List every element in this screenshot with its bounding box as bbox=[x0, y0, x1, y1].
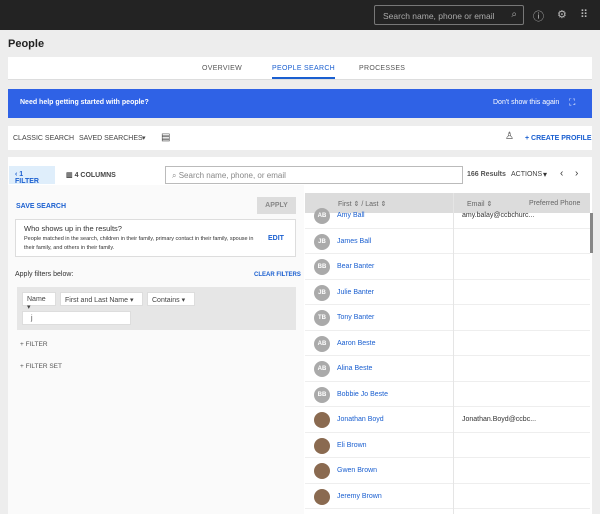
avatar bbox=[314, 437, 330, 454]
saved-searches-dropdown[interactable]: SAVED SEARCHES bbox=[79, 135, 143, 142]
table-row[interactable]: AB Alina Beste bbox=[305, 356, 590, 382]
avatar: AB bbox=[314, 335, 330, 352]
table-row[interactable]: AB Aaron Beste bbox=[305, 330, 590, 356]
filter-label: 1 FILTER bbox=[15, 171, 39, 185]
prev-page-icon[interactable]: ‹ bbox=[560, 168, 563, 179]
gear-icon[interactable]: ⚙ bbox=[557, 8, 567, 21]
results-info-box: Who shows up in the results? People matc… bbox=[15, 219, 296, 257]
avatar bbox=[314, 463, 330, 479]
person-name-link[interactable]: Alina Beste bbox=[337, 365, 372, 372]
results-count: 166 Results bbox=[467, 171, 506, 178]
filter-toggle-button[interactable]: ‹ 1 FILTER bbox=[9, 166, 55, 185]
table-row[interactable]: Gwen Brown bbox=[305, 458, 590, 484]
search-toolbar: CLASSIC SEARCH SAVED SEARCHES ▾ ▤ ♙ + CR… bbox=[8, 126, 592, 150]
help-icon[interactable]: ⓘ bbox=[533, 8, 544, 24]
filter-value-input[interactable]: j bbox=[22, 311, 131, 325]
select-value: Contains bbox=[152, 297, 180, 304]
person-name-link[interactable]: Gwen Brown bbox=[337, 467, 377, 474]
scrollbar[interactable] bbox=[590, 213, 593, 253]
avatar: TB bbox=[314, 310, 330, 326]
table-row[interactable]: Jonathan Boyd Jonathan.Boyd@ccbc... bbox=[305, 407, 590, 433]
person-name-link[interactable]: Tony Banter bbox=[337, 314, 374, 321]
clear-filters-link[interactable]: CLEAR FILTERS bbox=[254, 272, 301, 278]
person-name-link[interactable]: Julie Banter bbox=[337, 289, 374, 296]
table-row[interactable]: TB Tony Banter bbox=[305, 305, 590, 331]
document-icon[interactable]: ▤ bbox=[161, 132, 170, 143]
info-text: People matched in the search, children i… bbox=[24, 236, 254, 251]
col-phone[interactable]: Preferred Phone bbox=[529, 200, 580, 207]
info-title: Who shows up in the results? bbox=[24, 224, 122, 233]
person-name-link[interactable]: Jonathan Boyd bbox=[337, 416, 384, 423]
help-banner: Need help getting started with people? D… bbox=[8, 89, 592, 118]
table-row[interactable]: BB Bear Banter bbox=[305, 254, 590, 280]
avatar: AB bbox=[314, 208, 330, 224]
tab-people-search[interactable]: PEOPLE SEARCH bbox=[272, 65, 336, 79]
avatar: BB bbox=[314, 386, 330, 403]
col-label: Last bbox=[365, 201, 379, 208]
table-row[interactable]: AB Amy Ball amy.balay@ccbchurc... bbox=[305, 208, 590, 229]
person-name-link[interactable]: Aaron Beste bbox=[337, 340, 376, 347]
person-name-link[interactable]: Jeremy Brown bbox=[337, 493, 382, 500]
tab-overview[interactable]: OVERVIEW bbox=[202, 65, 242, 72]
select-value: Name bbox=[27, 296, 46, 303]
global-search-input[interactable]: Search name, phone or email ⌕ bbox=[374, 5, 524, 25]
filter-field-select[interactable]: Name ▾ bbox=[22, 292, 56, 311]
banner-text: Need help getting started with people? bbox=[20, 99, 149, 106]
avatar: JB bbox=[314, 284, 330, 301]
search-placeholder: Search name, phone, or email bbox=[178, 171, 286, 180]
avatar bbox=[314, 412, 330, 428]
email-cell: amy.balay@ccbchurc... bbox=[462, 212, 535, 219]
select-value: First and Last Name bbox=[65, 297, 129, 304]
table-row[interactable]: Eli Brown bbox=[305, 432, 590, 458]
person-name-link[interactable]: Bear Banter bbox=[337, 263, 374, 270]
add-filter-set-link[interactable]: + FILTER SET bbox=[20, 363, 62, 370]
expand-icon[interactable]: ⛶ bbox=[569, 97, 575, 108]
avatar bbox=[314, 488, 330, 505]
people-search-input[interactable]: ⌕ Search name, phone, or email bbox=[165, 166, 463, 184]
column-divider bbox=[453, 193, 454, 514]
chevron-down-icon: ▾ bbox=[543, 170, 548, 179]
apps-grid-icon[interactable]: ⠿ bbox=[580, 8, 588, 21]
save-search-link[interactable]: SAVE SEARCH bbox=[16, 203, 66, 210]
col-first[interactable]: First ⇕ / Last ⇕ bbox=[338, 200, 386, 208]
person-name-link[interactable]: Eli Brown bbox=[337, 442, 367, 449]
apply-filters-label: Apply filters below: bbox=[15, 271, 74, 278]
table-row[interactable]: JB Julie Banter bbox=[305, 279, 590, 305]
chevron-down-icon: ▾ bbox=[142, 135, 146, 142]
table-row[interactable]: BB Bobbie Jo Beste bbox=[305, 381, 590, 407]
filter-subfield-select[interactable]: First and Last Name ▾ bbox=[60, 292, 143, 306]
create-profile-button[interactable]: + CREATE PROFILE bbox=[525, 135, 592, 142]
classic-search-button[interactable]: CLASSIC SEARCH bbox=[13, 135, 74, 142]
person-name-link[interactable]: Bobbie Jo Beste bbox=[337, 391, 388, 398]
avatar: JB bbox=[314, 233, 330, 250]
avatar: BB bbox=[314, 259, 330, 275]
tab-bar: OVERVIEW PEOPLE SEARCH PROCESSES bbox=[8, 57, 592, 80]
table-header: First ⇕ / Last ⇕ Email ⇕ Preferred Phone bbox=[305, 193, 590, 213]
page-title: People bbox=[8, 38, 45, 50]
columns-label: 4 COLUMNS bbox=[74, 172, 116, 179]
next-page-icon[interactable]: › bbox=[575, 168, 578, 179]
search-icon[interactable]: ⌕ bbox=[511, 9, 517, 20]
email-cell: Jonathan.Boyd@ccbc... bbox=[462, 416, 537, 423]
avatar: AB bbox=[314, 361, 330, 377]
person-name-link[interactable]: Amy Ball bbox=[337, 212, 365, 219]
add-filter-link[interactable]: + FILTER bbox=[20, 341, 48, 348]
tab-processes[interactable]: PROCESSES bbox=[359, 65, 405, 72]
apply-button[interactable]: APPLY bbox=[257, 197, 296, 214]
table-row[interactable]: Jeremy Brown bbox=[305, 483, 590, 509]
dismiss-link[interactable]: Don't show this again bbox=[493, 99, 559, 106]
filter-operator-select[interactable]: Contains ▾ bbox=[147, 292, 195, 306]
col-label: First bbox=[338, 201, 352, 208]
table-row[interactable]: JB James Ball bbox=[305, 228, 590, 254]
person-name-link[interactable]: James Ball bbox=[337, 238, 371, 245]
person-icon[interactable]: ♙ bbox=[505, 131, 514, 142]
col-email[interactable]: Email ⇕ bbox=[467, 200, 492, 208]
search-placeholder: Search name, phone or email bbox=[383, 11, 495, 21]
actions-dropdown[interactable]: ACTIONS bbox=[511, 171, 542, 178]
columns-button[interactable]: ▥ 4 COLUMNS bbox=[66, 171, 116, 179]
edit-link[interactable]: EDIT bbox=[268, 235, 284, 242]
col-label: Email bbox=[467, 201, 485, 208]
